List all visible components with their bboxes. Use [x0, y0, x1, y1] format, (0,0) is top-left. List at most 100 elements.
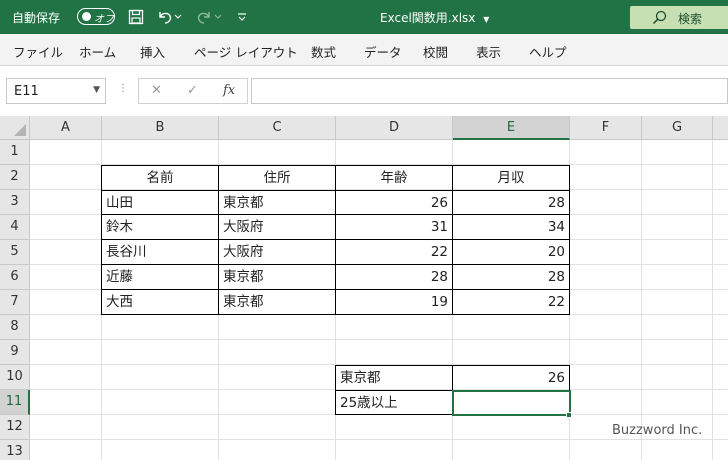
grid-cell[interactable]	[713, 415, 728, 440]
grid-cell[interactable]	[570, 390, 642, 415]
row-header-7[interactable]: 7	[0, 290, 30, 315]
formula-bar-grip-icon[interactable]: ⋮	[118, 83, 128, 94]
grid-cell[interactable]	[336, 440, 453, 460]
grid-cell[interactable]	[713, 340, 728, 365]
row-header-2[interactable]: 2	[0, 165, 30, 190]
grid-cell[interactable]	[642, 140, 713, 165]
cell-b2[interactable]: 名前	[101, 165, 219, 191]
row-header-5[interactable]: 5	[0, 240, 30, 265]
grid-cell[interactable]	[30, 315, 102, 340]
tab-home[interactable]: ホーム	[79, 42, 116, 61]
grid-cell[interactable]	[30, 390, 102, 415]
grid-cell[interactable]	[642, 390, 713, 415]
tab-help[interactable]: ヘルプ	[529, 42, 567, 61]
grid-cell[interactable]	[30, 340, 102, 365]
cell-b5[interactable]: 長谷川	[101, 240, 219, 265]
tab-page-layout[interactable]: ページ レイアウト	[194, 42, 298, 61]
insert-function-icon[interactable]: fx	[223, 83, 235, 98]
grid-cell[interactable]	[713, 215, 728, 240]
active-cell-selection[interactable]	[452, 390, 571, 416]
grid-cell[interactable]	[336, 140, 453, 165]
grid-cell[interactable]	[570, 290, 642, 315]
grid-cell[interactable]	[713, 140, 728, 165]
tab-formulas[interactable]: 数式	[311, 42, 336, 61]
grid-cell[interactable]	[642, 240, 713, 265]
row-header-8[interactable]: 8	[0, 315, 30, 340]
tab-file[interactable]: ファイル	[13, 42, 63, 61]
grid-cell[interactable]	[453, 140, 570, 165]
grid-cell[interactable]	[102, 440, 219, 460]
grid-cell[interactable]	[30, 240, 102, 265]
grid-cell[interactable]	[336, 315, 453, 340]
grid-cell[interactable]	[642, 265, 713, 290]
row-header-3[interactable]: 3	[0, 190, 30, 215]
grid-cell[interactable]	[570, 165, 642, 190]
cell-c2[interactable]: 住所	[219, 165, 336, 191]
cell-d2[interactable]: 年齢	[336, 165, 453, 191]
column-header-b[interactable]: B	[102, 116, 219, 140]
grid-cell[interactable]	[570, 140, 642, 165]
grid-cell[interactable]	[102, 390, 219, 415]
grid-cell[interactable]	[642, 215, 713, 240]
cell-c3[interactable]: 東京都	[219, 191, 336, 215]
grid-cell[interactable]	[570, 340, 642, 365]
grid-cell[interactable]	[570, 365, 642, 390]
column-header-d[interactable]: D	[336, 116, 453, 140]
grid-cell[interactable]	[30, 415, 102, 440]
tab-review[interactable]: 校閲	[423, 42, 448, 61]
row-header-10[interactable]: 10	[0, 365, 30, 390]
cell-d11[interactable]: 25歳以上	[335, 391, 453, 415]
select-all-button[interactable]	[0, 116, 30, 140]
window-title[interactable]: Excel関数用.xlsx ▼	[380, 9, 489, 26]
grid-cell[interactable]	[713, 190, 728, 215]
grid-cell[interactable]	[570, 315, 642, 340]
row-header-4[interactable]: 4	[0, 215, 30, 240]
grid-cell[interactable]	[642, 315, 713, 340]
cell-d5[interactable]: 22	[336, 240, 453, 265]
grid-cell[interactable]	[30, 190, 102, 215]
cell-b3[interactable]: 山田	[101, 191, 219, 215]
grid-cell[interactable]	[713, 240, 728, 265]
grid-cell[interactable]	[219, 390, 336, 415]
row-header-1[interactable]: 1	[0, 140, 30, 165]
grid-cell[interactable]	[102, 340, 219, 365]
row-header-13[interactable]: 13	[0, 440, 30, 460]
grid-cell[interactable]	[102, 415, 219, 440]
grid-cell[interactable]	[219, 415, 336, 440]
grid-cell[interactable]	[713, 165, 728, 190]
grid-cell[interactable]	[102, 365, 219, 390]
column-header-a[interactable]: A	[30, 116, 102, 140]
grid-cell[interactable]	[642, 440, 713, 460]
cell-e5[interactable]: 20	[453, 240, 570, 265]
redo-dropdown-icon[interactable]	[212, 6, 224, 28]
grid-cell[interactable]	[30, 140, 102, 165]
grid-cell[interactable]	[219, 315, 336, 340]
grid-cell[interactable]	[642, 290, 713, 315]
column-header-f[interactable]: F	[570, 116, 642, 140]
grid-cell[interactable]	[713, 365, 728, 390]
grid-cell[interactable]	[30, 365, 102, 390]
cell-c5[interactable]: 大阪府	[219, 240, 336, 265]
grid-cell[interactable]	[570, 215, 642, 240]
cell-d6[interactable]: 28	[336, 265, 453, 290]
grid-cell[interactable]	[453, 440, 570, 460]
grid-cell[interactable]	[453, 315, 570, 340]
column-header-e[interactable]: E	[453, 116, 570, 140]
column-header-g[interactable]: G	[642, 116, 713, 140]
cell-c6[interactable]: 東京都	[219, 265, 336, 290]
grid-cell[interactable]	[219, 365, 336, 390]
grid-cell[interactable]	[30, 440, 102, 460]
row-header-6[interactable]: 6	[0, 265, 30, 290]
tab-insert[interactable]: 挿入	[140, 42, 165, 61]
formula-input[interactable]	[251, 78, 728, 104]
customize-toolbar-icon[interactable]	[231, 6, 253, 28]
name-box[interactable]: E11 ▼	[6, 78, 106, 104]
name-box-dropdown-icon[interactable]: ▼	[93, 85, 100, 95]
search-box[interactable]: 検索	[630, 6, 728, 29]
grid-cell[interactable]	[30, 265, 102, 290]
cell-e4[interactable]: 34	[453, 215, 570, 240]
row-header-9[interactable]: 9	[0, 340, 30, 365]
row-header-12[interactable]: 12	[0, 415, 30, 440]
cell-e2[interactable]: 月収	[453, 165, 570, 191]
grid-cell[interactable]	[713, 265, 728, 290]
